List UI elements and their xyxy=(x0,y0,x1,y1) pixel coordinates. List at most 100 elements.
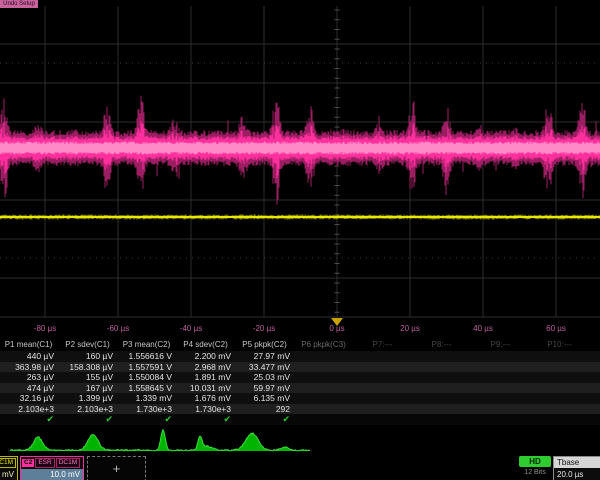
param-value: 2.200 mV xyxy=(177,351,236,362)
channel2-descriptor[interactable]: C2 ESR DC1M 10.0 mV xyxy=(20,456,84,480)
param-column-header[interactable]: P4 sdev(C2) xyxy=(177,338,236,351)
param-value xyxy=(413,383,472,394)
param-status-check-icon xyxy=(472,414,531,425)
param-value xyxy=(472,383,531,394)
param-value: 59.97 mV xyxy=(236,383,295,394)
param-value xyxy=(354,393,413,404)
param-value xyxy=(472,404,531,415)
x-tick-label: 60 µs xyxy=(546,324,566,333)
param-value xyxy=(413,404,472,415)
oscilloscope-screen: Undo Setup -100 µs-80 µs-60 µs-40 µs-20 … xyxy=(0,0,600,480)
param-column-header[interactable]: P9:--- xyxy=(472,338,531,351)
param-stat-row-min: 263 µV155 µV1.550084 V1.891 mV25.03 mV xyxy=(0,372,600,383)
param-value: 1.399 µV xyxy=(59,393,118,404)
param-value xyxy=(531,383,590,394)
param-value: 292 xyxy=(236,404,295,415)
param-value xyxy=(472,393,531,404)
undo-setup-button[interactable]: Undo Setup xyxy=(0,0,38,8)
timebase-title: Tbase xyxy=(554,457,600,468)
param-value: 263 µV xyxy=(0,372,59,383)
param-value: 10.031 mV xyxy=(177,383,236,394)
param-value xyxy=(295,372,354,383)
param-column-header[interactable]: P3 mean(C2) xyxy=(118,338,177,351)
timebase-descriptor[interactable]: Tbase 20.0 µs xyxy=(553,456,600,480)
param-stat-row-num: 2.103e+32.103e+31.730e+31.730e+3292 xyxy=(0,404,600,415)
param-value: 1.891 mV xyxy=(177,372,236,383)
param-value: 1.558645 V xyxy=(118,383,177,394)
param-value: 1.550084 V xyxy=(118,372,177,383)
param-value xyxy=(590,383,600,394)
hd-mode-badge: HD xyxy=(519,456,551,467)
param-column-header[interactable]: P7:--- xyxy=(354,338,413,351)
channel1-descriptor[interactable]: DC1M 10.0 mV xyxy=(0,456,18,480)
param-value xyxy=(295,362,354,373)
param-status-check-icon: ✔ xyxy=(177,414,236,425)
param-value: 25.03 mV xyxy=(236,372,295,383)
param-value: 158.308 µV xyxy=(59,362,118,373)
param-value: 1.556616 V xyxy=(118,351,177,362)
param-value xyxy=(354,404,413,415)
param-value xyxy=(531,372,590,383)
param-stat-row-value: 440 µV160 µV1.556616 V2.200 mV27.97 mV xyxy=(0,351,600,362)
x-tick-label: -40 µs xyxy=(180,324,202,333)
param-value xyxy=(531,404,590,415)
param-column-header[interactable]: P5 pkpk(C2) xyxy=(236,338,295,351)
param-value xyxy=(472,372,531,383)
param-value xyxy=(472,362,531,373)
param-value: 1.730e+3 xyxy=(177,404,236,415)
param-column-header[interactable]: P8:--- xyxy=(413,338,472,351)
param-value: 474 µV xyxy=(0,383,59,394)
param-stat-row-sdev: 32.16 µV1.399 µV1.339 mV1.676 mV6.135 mV xyxy=(0,393,600,404)
param-status-check-icon: ✔ xyxy=(236,414,295,425)
param-value: 440 µV xyxy=(0,351,59,362)
param-value: 32.16 µV xyxy=(0,393,59,404)
param-value xyxy=(413,372,472,383)
param-value: 160 µV xyxy=(59,351,118,362)
param-value xyxy=(354,372,413,383)
timebase-value: 20.0 µs xyxy=(554,468,600,480)
param-column-header[interactable]: P1 mean(C1) xyxy=(0,338,59,351)
param-column-header[interactable]: P6 pkpk(C3) xyxy=(295,338,354,351)
param-value: 2.968 mV xyxy=(177,362,236,373)
x-tick-label: -20 µs xyxy=(253,324,275,333)
param-status-check-icon xyxy=(295,414,354,425)
param-value: 6.135 mV xyxy=(236,393,295,404)
param-status-check-icon: ✔ xyxy=(118,414,177,425)
c2-esr-badge: ESR xyxy=(35,458,54,468)
param-value xyxy=(590,362,600,373)
param-status-check-icon xyxy=(531,414,590,425)
param-column-header[interactable]: P10:--- xyxy=(531,338,590,351)
x-tick-label: 40 µs xyxy=(473,324,493,333)
param-value xyxy=(295,393,354,404)
param-value: 1.730e+3 xyxy=(118,404,177,415)
param-value xyxy=(354,383,413,394)
add-trace-button[interactable]: + xyxy=(87,456,146,480)
param-value xyxy=(413,351,472,362)
param-value xyxy=(590,404,600,415)
c2-label-chip: C2 xyxy=(22,459,34,467)
param-value xyxy=(531,362,590,373)
param-value: 33.477 mV xyxy=(236,362,295,373)
param-value: 155 µV xyxy=(59,372,118,383)
x-tick-label: 20 µs xyxy=(400,324,420,333)
param-value xyxy=(590,393,600,404)
param-column-header[interactable]: P2 sdev(C1) xyxy=(59,338,118,351)
c2-coupling-chip: DC1M xyxy=(56,458,80,468)
param-column-header[interactable]: P11 xyxy=(590,338,600,351)
param-value: 1.676 mV xyxy=(177,393,236,404)
param-value xyxy=(590,351,600,362)
param-value: 27.97 mV xyxy=(236,351,295,362)
param-value: 1.557591 V xyxy=(118,362,177,373)
param-value xyxy=(295,351,354,362)
param-value: 2.103e+3 xyxy=(59,404,118,415)
param-value xyxy=(413,393,472,404)
param-status-check-icon xyxy=(413,414,472,425)
x-tick-label: -60 µs xyxy=(107,324,129,333)
param-value xyxy=(590,372,600,383)
param-value xyxy=(354,351,413,362)
x-tick-label: 0 µs xyxy=(329,324,344,333)
measurement-table: P1 mean(C1)P2 sdev(C1)P3 mean(C2)P4 sdev… xyxy=(0,338,600,425)
param-stat-row-mean: 363.98 µV158.308 µV1.557591 V2.968 mV33.… xyxy=(0,362,600,373)
param-status-row: ✔✔✔✔✔ xyxy=(0,414,600,425)
param-status-check-icon: ✔ xyxy=(0,414,59,425)
